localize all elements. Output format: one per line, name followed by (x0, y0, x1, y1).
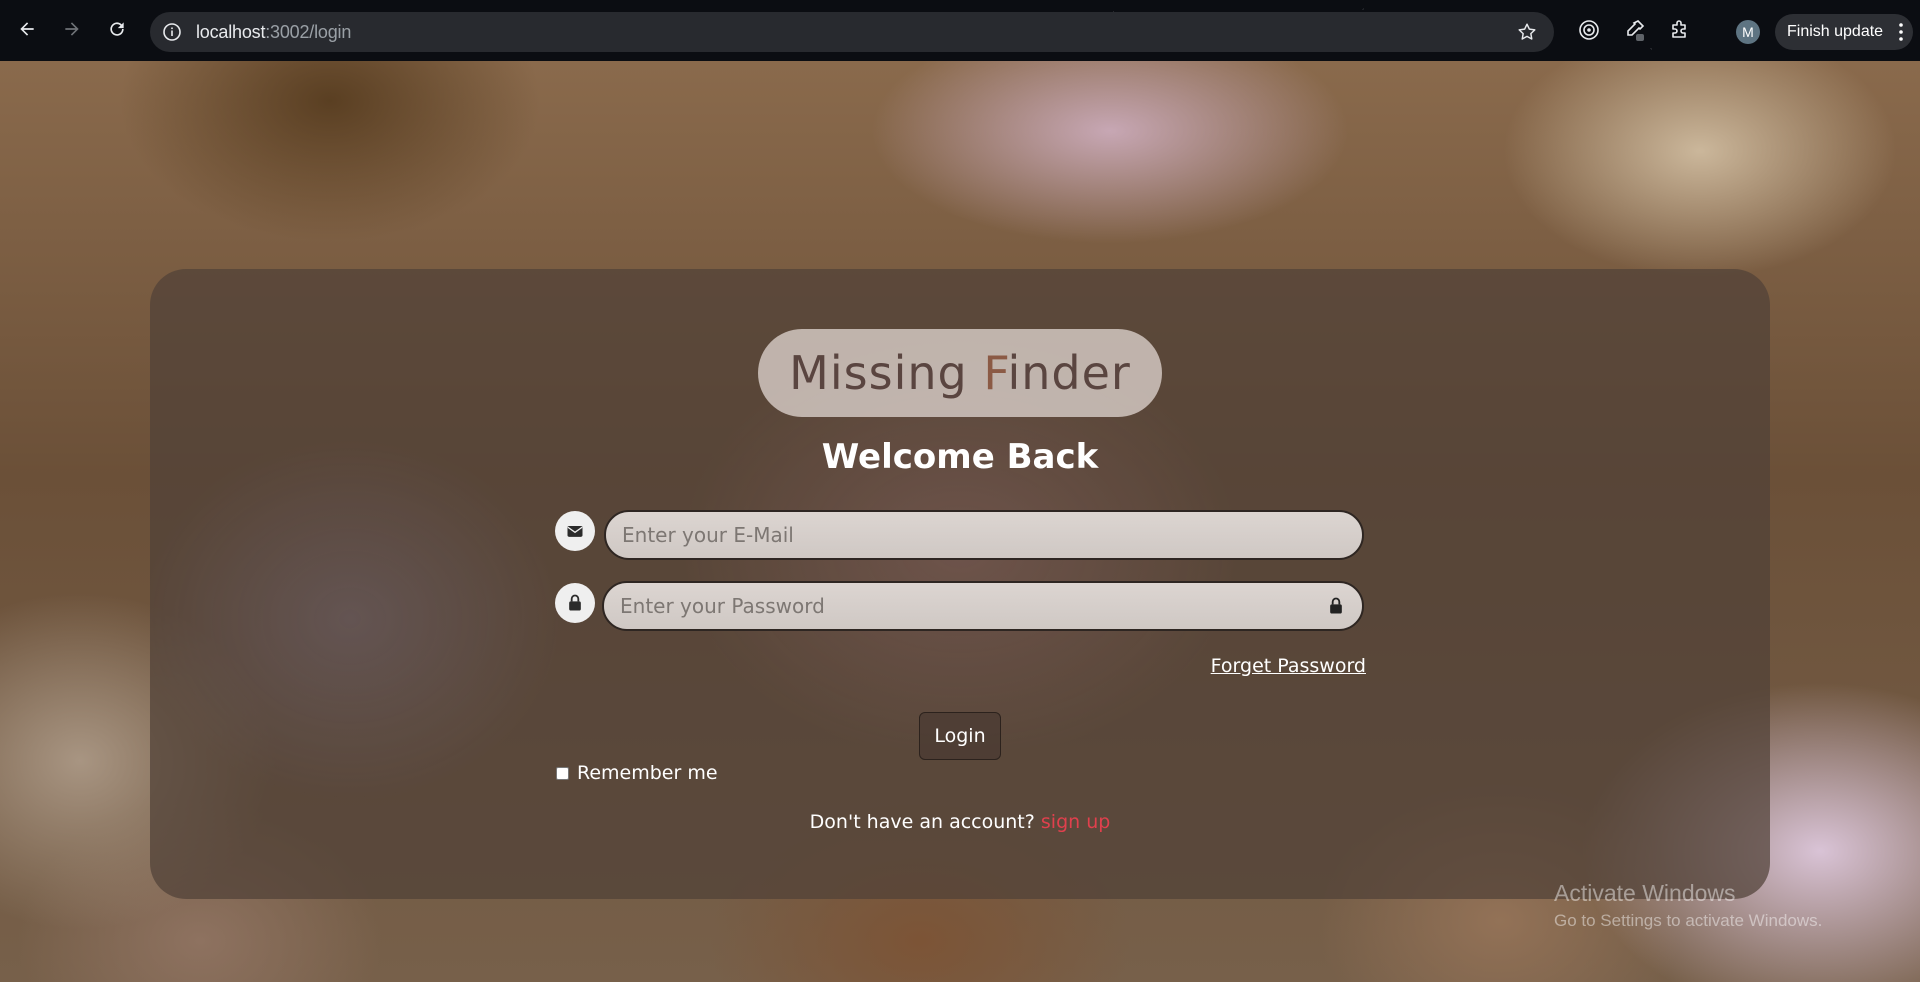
logo-letter-f: F (983, 346, 1008, 400)
url-text[interactable]: localhost:3002/login (196, 22, 351, 43)
menu-kebab-icon (1899, 23, 1903, 41)
envelope-icon (567, 526, 583, 537)
reload-icon (110, 22, 124, 36)
eyedropper-extension-icon[interactable] (1622, 18, 1646, 42)
reload-button[interactable] (103, 15, 131, 43)
back-button[interactable] (13, 15, 41, 43)
login-card: Missing Finder Welcome Back Forget Passw… (150, 269, 1770, 899)
profile-avatar[interactable]: M (1736, 20, 1760, 44)
watermark-title: Activate Windows (1554, 880, 1736, 906)
password-lock-icon (1330, 597, 1342, 614)
login-button[interactable]: Login (919, 712, 1001, 760)
logo-word-missing: Missing (789, 346, 968, 400)
forward-button[interactable] (58, 15, 86, 43)
url-path: :3002/login (265, 21, 352, 42)
bookmark-star-icon[interactable] (1516, 21, 1538, 43)
email-input[interactable] (606, 522, 1362, 548)
password-field-icon (555, 583, 595, 623)
site-info-icon[interactable] (162, 22, 182, 42)
remember-me-label: Remember me (577, 762, 718, 784)
browser-toolbar: localhost:3002/login M Finish update (0, 0, 1920, 61)
remember-me[interactable]: Remember me (556, 762, 718, 784)
extensions-puzzle-icon[interactable] (1668, 18, 1692, 42)
email-field-icon (555, 511, 595, 551)
arrow-left-icon (20, 22, 34, 36)
email-field[interactable] (604, 510, 1364, 560)
logo-word-inder: inder (1007, 346, 1131, 400)
no-account-text: Don't have an account? (809, 811, 1035, 833)
signup-link[interactable]: sign up (1041, 811, 1110, 833)
logo-text: Missing Finder (789, 346, 1131, 400)
page-background: Missing Finder Welcome Back Forget Passw… (0, 61, 1920, 982)
forget-password-link[interactable]: Forget Password (1211, 655, 1366, 677)
finish-update-button[interactable]: Finish update (1775, 14, 1913, 50)
watermark-subtitle: Go to Settings to activate Windows. (1554, 911, 1823, 930)
cast-target-icon[interactable] (1577, 18, 1601, 42)
url-host: localhost (196, 21, 266, 42)
signup-prompt: Don't have an account? sign up (150, 811, 1770, 833)
page-title: Welcome Back (821, 437, 1099, 477)
app-logo: Missing Finder (758, 329, 1162, 417)
lock-icon (569, 594, 581, 611)
windows-activation-watermark: Activate Windows Go to Settings to activ… (1554, 880, 1822, 931)
address-bar[interactable]: localhost:3002/login (150, 12, 1554, 52)
finish-update-label: Finish update (1787, 23, 1884, 40)
password-input[interactable] (604, 593, 1362, 619)
remember-me-checkbox[interactable] (556, 766, 569, 780)
password-field[interactable] (602, 581, 1364, 631)
arrow-right-icon (65, 22, 79, 36)
